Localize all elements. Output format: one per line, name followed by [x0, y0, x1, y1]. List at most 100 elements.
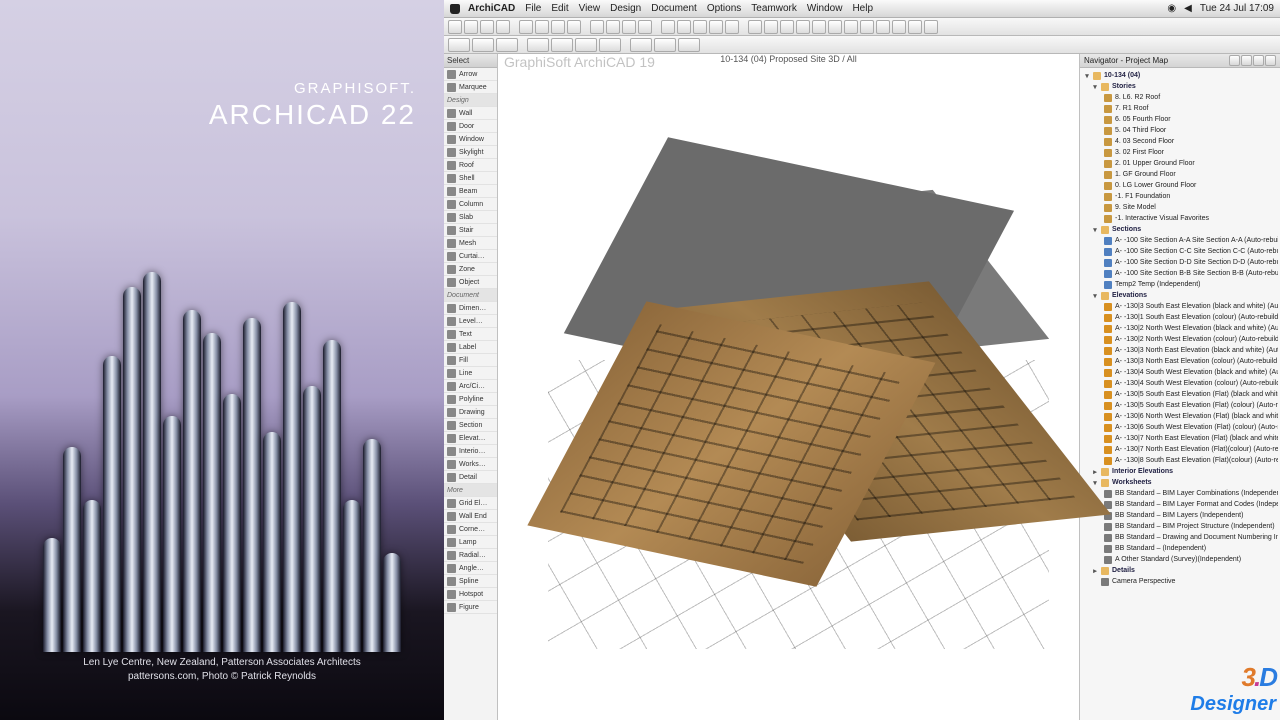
tree-item[interactable]: A- -130|7 North East Elevation (Flat)(co… [1082, 444, 1278, 455]
tree-item[interactable]: 8. L6. R2 Roof [1082, 92, 1278, 103]
toolbar-button[interactable] [844, 20, 858, 34]
toolbar-button[interactable] [464, 20, 478, 34]
tree-item[interactable]: BB Standard – (Independent) [1082, 543, 1278, 554]
tree-item[interactable]: BB Standard – BIM Layers (Independent) [1082, 510, 1278, 521]
toolbar-button[interactable] [796, 20, 810, 34]
toolbar-button[interactable] [448, 38, 470, 52]
tree-item[interactable]: A- -130|4 South West Elevation (colour) … [1082, 378, 1278, 389]
tool-item[interactable]: Column [444, 198, 497, 211]
toolbar-button[interactable] [748, 20, 762, 34]
details-node[interactable]: ▸Details [1082, 565, 1278, 576]
tree-item[interactable]: A- -130|4 South West Elevation (black an… [1082, 367, 1278, 378]
tool-item[interactable]: Window [444, 133, 497, 146]
toolbar-button[interactable] [725, 20, 739, 34]
tool-group-design[interactable]: Design [444, 94, 497, 107]
camera-node[interactable]: Camera Perspective [1082, 576, 1278, 587]
tool-item[interactable]: Lamp [444, 536, 497, 549]
tool-item[interactable]: Detail [444, 471, 497, 484]
tree-item[interactable]: A- -130|5 South East Elevation (Flat) (b… [1082, 389, 1278, 400]
tree-item[interactable]: 6. 05 Fourth Floor [1082, 114, 1278, 125]
tree-item[interactable]: 4. 03 Second Floor [1082, 136, 1278, 147]
navigator-tab[interactable] [1229, 55, 1240, 66]
tree-item[interactable]: -1. F1 Foundation [1082, 191, 1278, 202]
tree-item[interactable]: -1. Interactive Visual Favorites [1082, 213, 1278, 224]
toolbar-button[interactable] [780, 20, 794, 34]
toolbar-button[interactable] [812, 20, 826, 34]
navigator-tab[interactable] [1265, 55, 1276, 66]
tool-group-document[interactable]: Document [444, 289, 497, 302]
toolbar-button[interactable] [496, 20, 510, 34]
tree-item[interactable]: A- -100 Site Section B-B Site Section B-… [1082, 268, 1278, 279]
tool-item[interactable]: Slab [444, 211, 497, 224]
volume-icon[interactable]: ◀ [1184, 3, 1192, 14]
toolbar-button[interactable] [764, 20, 778, 34]
tool-item[interactable]: Level… [444, 315, 497, 328]
tool-item[interactable]: Roof [444, 159, 497, 172]
toolbar-button[interactable] [590, 20, 604, 34]
tree-item[interactable]: 7. R1 Roof [1082, 103, 1278, 114]
elevations-node[interactable]: ▾Elevations [1082, 290, 1278, 301]
toolbar-button[interactable] [575, 38, 597, 52]
menu-file[interactable]: File [525, 3, 541, 14]
tool-item[interactable]: Object [444, 276, 497, 289]
tool-item[interactable]: Corne… [444, 523, 497, 536]
tree-item[interactable]: A- -130|3 North East Elevation (colour) … [1082, 356, 1278, 367]
apple-menu-icon[interactable] [450, 4, 460, 14]
tool-item[interactable]: Spline [444, 575, 497, 588]
interior-elev-node[interactable]: ▸Interior Elevations [1082, 466, 1278, 477]
wifi-icon[interactable]: ◉ [1167, 3, 1176, 14]
tree-item[interactable]: A- -130|1 South East Elevation (colour) … [1082, 312, 1278, 323]
tool-item[interactable]: Label [444, 341, 497, 354]
toolbar-button[interactable] [654, 38, 676, 52]
toolbar-button[interactable] [519, 20, 533, 34]
menu-view[interactable]: View [579, 3, 601, 14]
toolbar-button[interactable] [876, 20, 890, 34]
tree-item[interactable]: BB Standard – BIM Project Structure (Ind… [1082, 521, 1278, 532]
toolbar-button[interactable] [535, 20, 549, 34]
tool-item[interactable]: Works… [444, 458, 497, 471]
toolbar-button[interactable] [472, 38, 494, 52]
tool-item[interactable]: Door [444, 120, 497, 133]
tool-item[interactable]: Shell [444, 172, 497, 185]
tree-item[interactable]: A- -130|2 North West Elevation (colour) … [1082, 334, 1278, 345]
tree-item[interactable]: BB Standard – Drawing and Document Numbe… [1082, 532, 1278, 543]
tool-item[interactable]: Beam [444, 185, 497, 198]
stories-node[interactable]: ▾Stories [1082, 81, 1278, 92]
tree-item[interactable]: A- -100 Site Section A-A Site Section A-… [1082, 235, 1278, 246]
tree-item[interactable]: 3. 02 First Floor [1082, 147, 1278, 158]
3d-viewport[interactable]: GraphiSoft ArchiCAD 19 10-134 (04) Propo… [498, 54, 1080, 720]
tool-group-more[interactable]: More [444, 484, 497, 497]
toolbar-button[interactable] [606, 20, 620, 34]
tree-item[interactable]: A- -100 Site Section D-D Site Section D-… [1082, 257, 1278, 268]
tree-item[interactable]: BB Standard – BIM Layer Combinations (In… [1082, 488, 1278, 499]
menu-teamwork[interactable]: Teamwork [751, 3, 797, 14]
tool-item[interactable]: Angle… [444, 562, 497, 575]
tree-item[interactable]: A- -130|8 South East Elevation (Flat)(co… [1082, 455, 1278, 466]
tool-item[interactable]: Curtai… [444, 250, 497, 263]
tree-item[interactable]: 9. Site Model [1082, 202, 1278, 213]
tool-item[interactable]: Section [444, 419, 497, 432]
menu-edit[interactable]: Edit [551, 3, 568, 14]
tool-item[interactable]: Wall End [444, 510, 497, 523]
macos-menubar[interactable]: ArchiCAD File Edit View Design Document … [444, 0, 1280, 18]
tree-item[interactable]: A- -130|6 North West Elevation (Flat) (b… [1082, 411, 1278, 422]
tree-item[interactable]: A- -130|3 South East Elevation (black an… [1082, 301, 1278, 312]
toolbar-button[interactable] [892, 20, 906, 34]
tree-item[interactable]: BB Standard – BIM Layer Format and Codes… [1082, 499, 1278, 510]
tool-item[interactable]: Dimen… [444, 302, 497, 315]
tool-item[interactable]: Polyline [444, 393, 497, 406]
toolbar-button[interactable] [709, 20, 723, 34]
toolbar-button[interactable] [924, 20, 938, 34]
navigator-tree[interactable]: ▾10-134 (04) ▾Stories 8. L6. R2 Roof7. R… [1080, 68, 1280, 720]
toolbar-button[interactable] [908, 20, 922, 34]
tool-item[interactable]: Drawing [444, 406, 497, 419]
tree-item[interactable]: 5. 04 Third Floor [1082, 125, 1278, 136]
toolbar-button[interactable] [551, 38, 573, 52]
toolbar-button[interactable] [567, 20, 581, 34]
tree-item[interactable]: A- -130|6 South West Elevation (Flat) (c… [1082, 422, 1278, 433]
app-menu-name[interactable]: ArchiCAD [468, 3, 515, 14]
toolbar-button[interactable] [677, 20, 691, 34]
tool-item[interactable]: Hotspot [444, 588, 497, 601]
toolbar-button[interactable] [551, 20, 565, 34]
tree-item[interactable]: A- -130|5 South East Elevation (Flat) (c… [1082, 400, 1278, 411]
